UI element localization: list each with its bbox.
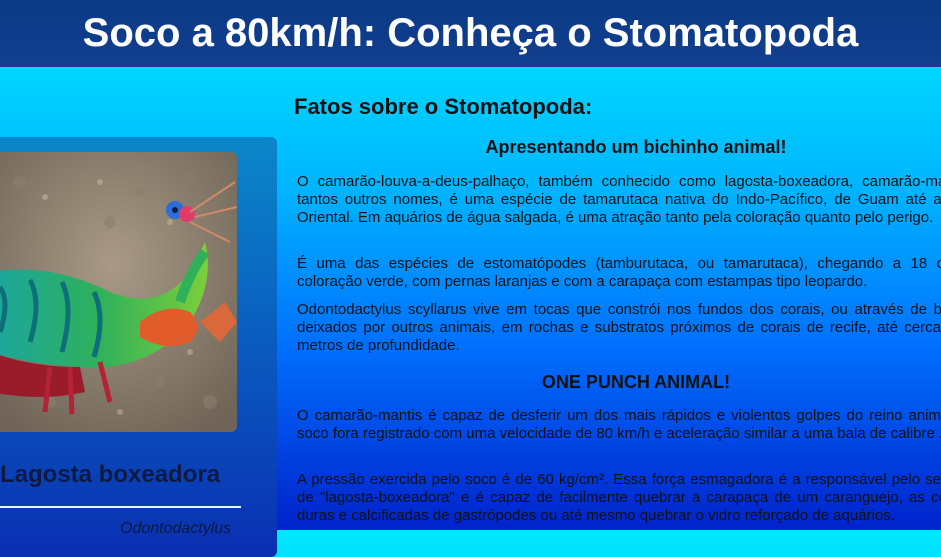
photo-caption: Lagosta boxeadora <box>0 461 221 488</box>
facts-heading: Fatos sobre o Stomatopoda: <box>294 94 593 119</box>
main-content: Fatos sobre o Stomatopoda: Apresentando … <box>294 0 941 530</box>
sidebar-divider <box>0 506 241 508</box>
paragraph-punch-2: A pressão exercida pelo soco é de 60 kg/… <box>297 471 941 524</box>
scientific-name: Odontodactylus <box>120 520 232 537</box>
paragraph-intro-1: O camarão-louva-a-deus-palhaço, também c… <box>297 173 941 226</box>
section-title-punch: ONE PUNCH ANIMAL! <box>541 372 731 392</box>
section-title-intro: Apresentando um bichinho animal! <box>485 137 787 157</box>
mantis-shrimp-photo <box>0 152 237 432</box>
paragraph-intro-3: Odontodactylus scyllarus vive em tocas q… <box>297 301 941 354</box>
paragraph-punch-1: O camarão-mantis é capaz de desferir um … <box>297 407 941 442</box>
paragraph-intro-2: É uma das espécies de estomatópodes (tam… <box>297 255 941 290</box>
